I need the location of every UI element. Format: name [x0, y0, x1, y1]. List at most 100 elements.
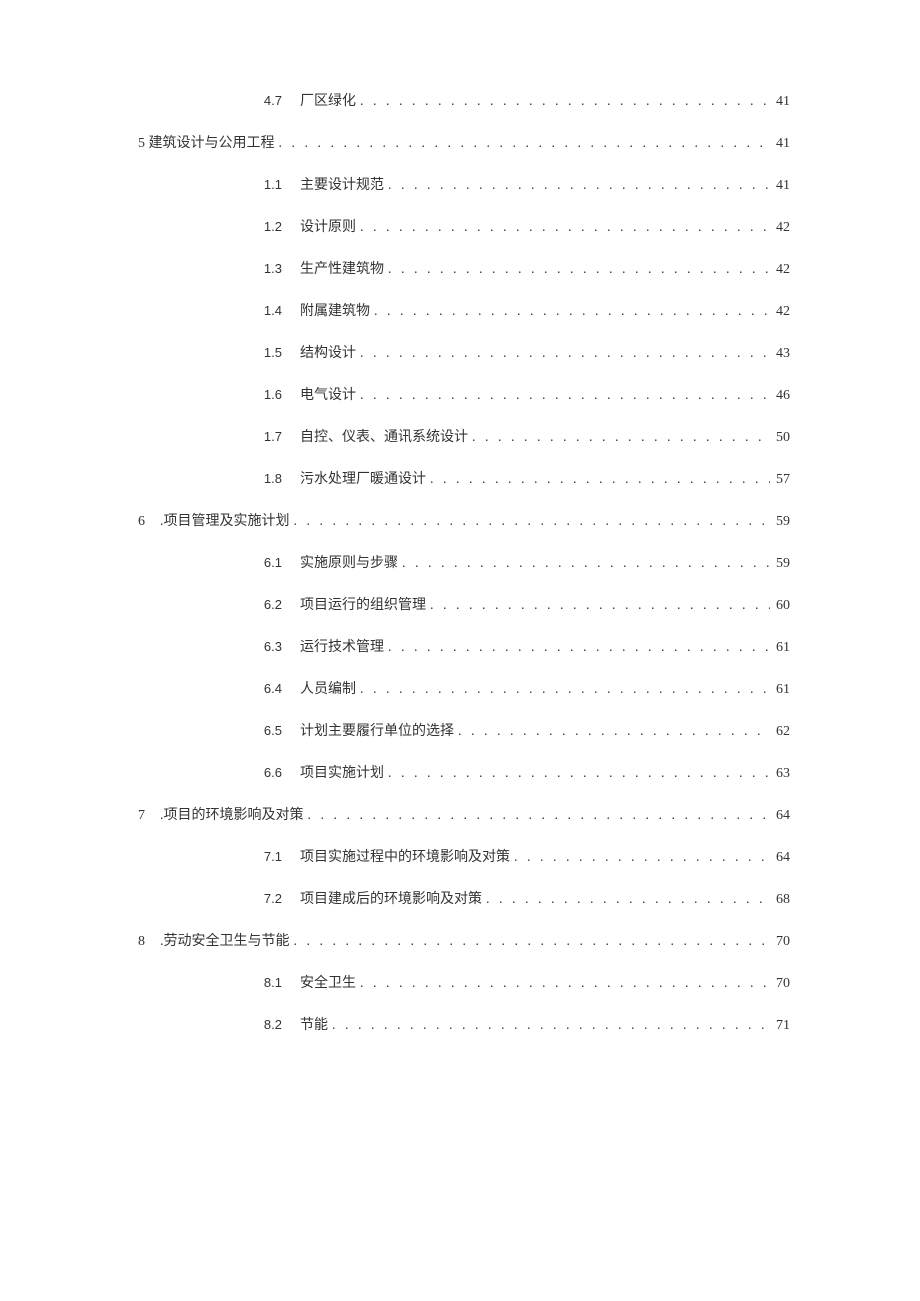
toc-entry-page: 61: [770, 640, 790, 656]
toc-chapter: 5 建筑设计与公用工程 41: [130, 132, 790, 152]
toc-entry-title: 厂区绿化: [300, 90, 356, 110]
toc-entry-number: 1.4: [130, 303, 300, 318]
toc-entry: 6.6项目实施计划 63: [130, 762, 790, 782]
toc-entry-number: 6.4: [130, 681, 300, 696]
toc-entry-page: 41: [770, 178, 790, 194]
toc-entry-title: 人员编制: [300, 678, 356, 698]
toc-leader-dots: [426, 472, 770, 488]
toc-entry-page: 42: [770, 262, 790, 278]
toc-chapter: 7.项目的环境影响及对策64: [130, 804, 790, 824]
toc-chapter-title: .项目的环境影响及对策: [160, 804, 304, 824]
toc-leader-dots: [290, 514, 771, 530]
toc-entry: 7.1项目实施过程中的环境影响及对策64: [130, 846, 790, 866]
toc-entry-number: 1.2: [130, 219, 300, 234]
toc-leader-dots: [454, 724, 770, 740]
toc-entry: 1.7自控、仪表、通讯系统设计50: [130, 426, 790, 446]
toc-chapter-page: 70: [770, 934, 790, 950]
toc-chapter-page: 41: [770, 136, 790, 152]
toc-leader-dots: [468, 430, 770, 446]
toc-entry-page: 61: [770, 682, 790, 698]
toc-leader-dots: [384, 178, 770, 194]
toc-entry-number: 1.5: [130, 345, 300, 360]
toc-entry-number: 8.1: [130, 975, 300, 990]
toc-entry-number: 6.6: [130, 765, 300, 780]
toc-leader-dots: [356, 388, 770, 404]
toc-entry: 6.4人员编制 61: [130, 678, 790, 698]
toc-leader-dots: [384, 262, 770, 278]
toc-entry-title: 结构设计: [300, 342, 356, 362]
toc-entry-title: 主要设计规范: [300, 174, 384, 194]
toc-entry-title: 项目建成后的环境影响及对策: [300, 888, 482, 908]
toc-leader-dots: [356, 346, 770, 362]
toc-entry-page: 63: [770, 766, 790, 782]
toc-leader-dots: [328, 1018, 770, 1034]
toc-chapter: 6.项目管理及实施计划59: [130, 510, 790, 530]
toc-entry-number: 1.6: [130, 387, 300, 402]
toc-entry-title: 电气设计: [300, 384, 356, 404]
toc-entry-page: 68: [770, 892, 790, 908]
toc-entry: 1.3生产性建筑物 42: [130, 258, 790, 278]
toc-leader-dots: [356, 682, 770, 698]
toc-entry-number: 1.3: [130, 261, 300, 276]
toc-entry: 1.4附属建筑物 42: [130, 300, 790, 320]
toc-entry-title: 设计原则: [300, 216, 356, 236]
toc-leader-dots: [426, 598, 770, 614]
toc-entry: 4.7厂区绿化41: [130, 90, 790, 110]
toc-entry: 6.5计划主要履行单位的选择62: [130, 720, 790, 740]
toc-entry-number: 1.1: [130, 177, 300, 192]
toc-entry: 7.2项目建成后的环境影响及对策68: [130, 888, 790, 908]
toc-leader-dots: [384, 766, 770, 782]
toc-entry-page: 42: [770, 220, 790, 236]
toc-leader-dots: [356, 220, 770, 236]
toc-chapter-number: 6: [130, 514, 160, 530]
toc-chapter-title: .项目管理及实施计划: [160, 510, 290, 530]
toc-entry-page: 57: [770, 472, 790, 488]
toc-leader-dots: [482, 892, 770, 908]
toc-entry-page: 46: [770, 388, 790, 404]
toc-chapter-page: 64: [770, 808, 790, 824]
toc-entry: 8.1安全卫生70: [130, 972, 790, 992]
toc-entry-title: 附属建筑物: [300, 300, 370, 320]
toc-entry-number: 6.5: [130, 723, 300, 738]
toc-entry: 1.2设计原则 42: [130, 216, 790, 236]
toc-entry-title: 项目实施计划: [300, 762, 384, 782]
toc-chapter-title: 5 建筑设计与公用工程: [130, 132, 275, 152]
toc-entry: 6.3运行技术管理 61: [130, 636, 790, 656]
toc-entry: 6.1实施原则与步骤 59: [130, 552, 790, 572]
toc-entry-title: 项目实施过程中的环境影响及对策: [300, 846, 510, 866]
table-of-contents: 4.7厂区绿化415 建筑设计与公用工程411.1主要设计规范411.2设计原则…: [130, 90, 790, 1034]
toc-chapter-title: .劳动安全卫生与节能: [160, 930, 290, 950]
toc-entry-page: 64: [770, 850, 790, 866]
toc-entry-title: 计划主要履行单位的选择: [300, 720, 454, 740]
toc-entry-page: 60: [770, 598, 790, 614]
toc-leader-dots: [356, 976, 770, 992]
toc-entry-title: 节能: [300, 1014, 328, 1034]
toc-leader-dots: [304, 808, 771, 824]
toc-entry-page: 71: [770, 1018, 790, 1034]
toc-entry: 1.5结构设计 43: [130, 342, 790, 362]
toc-chapter-number: 8: [130, 934, 160, 950]
toc-leader-dots: [356, 94, 770, 110]
toc-entry-title: 实施原则与步骤: [300, 552, 398, 572]
toc-entry-page: 43: [770, 346, 790, 362]
toc-entry-title: 安全卫生: [300, 972, 356, 992]
toc-entry: 6.2项目运行的组织管理 60: [130, 594, 790, 614]
toc-leader-dots: [398, 556, 770, 572]
toc-entry: 8.2节能 71: [130, 1014, 790, 1034]
toc-entry-page: 59: [770, 556, 790, 572]
toc-leader-dots: [510, 850, 770, 866]
toc-chapter: 8.劳动安全卫生与节能 70: [130, 930, 790, 950]
toc-entry-number: 6.3: [130, 639, 300, 654]
toc-entry-title: 项目运行的组织管理: [300, 594, 426, 614]
toc-entry-number: 6.2: [130, 597, 300, 612]
toc-entry-page: 41: [770, 94, 790, 110]
toc-entry-title: 自控、仪表、通讯系统设计: [300, 426, 468, 446]
toc-entry-title: 运行技术管理: [300, 636, 384, 656]
toc-entry-number: 6.1: [130, 555, 300, 570]
toc-entry-page: 42: [770, 304, 790, 320]
toc-entry-number: 8.2: [130, 1017, 300, 1032]
toc-entry: 1.6电气设计 46: [130, 384, 790, 404]
toc-leader-dots: [384, 640, 770, 656]
toc-entry-title: 生产性建筑物: [300, 258, 384, 278]
toc-entry: 1.8污水处理厂暖通设计57: [130, 468, 790, 488]
